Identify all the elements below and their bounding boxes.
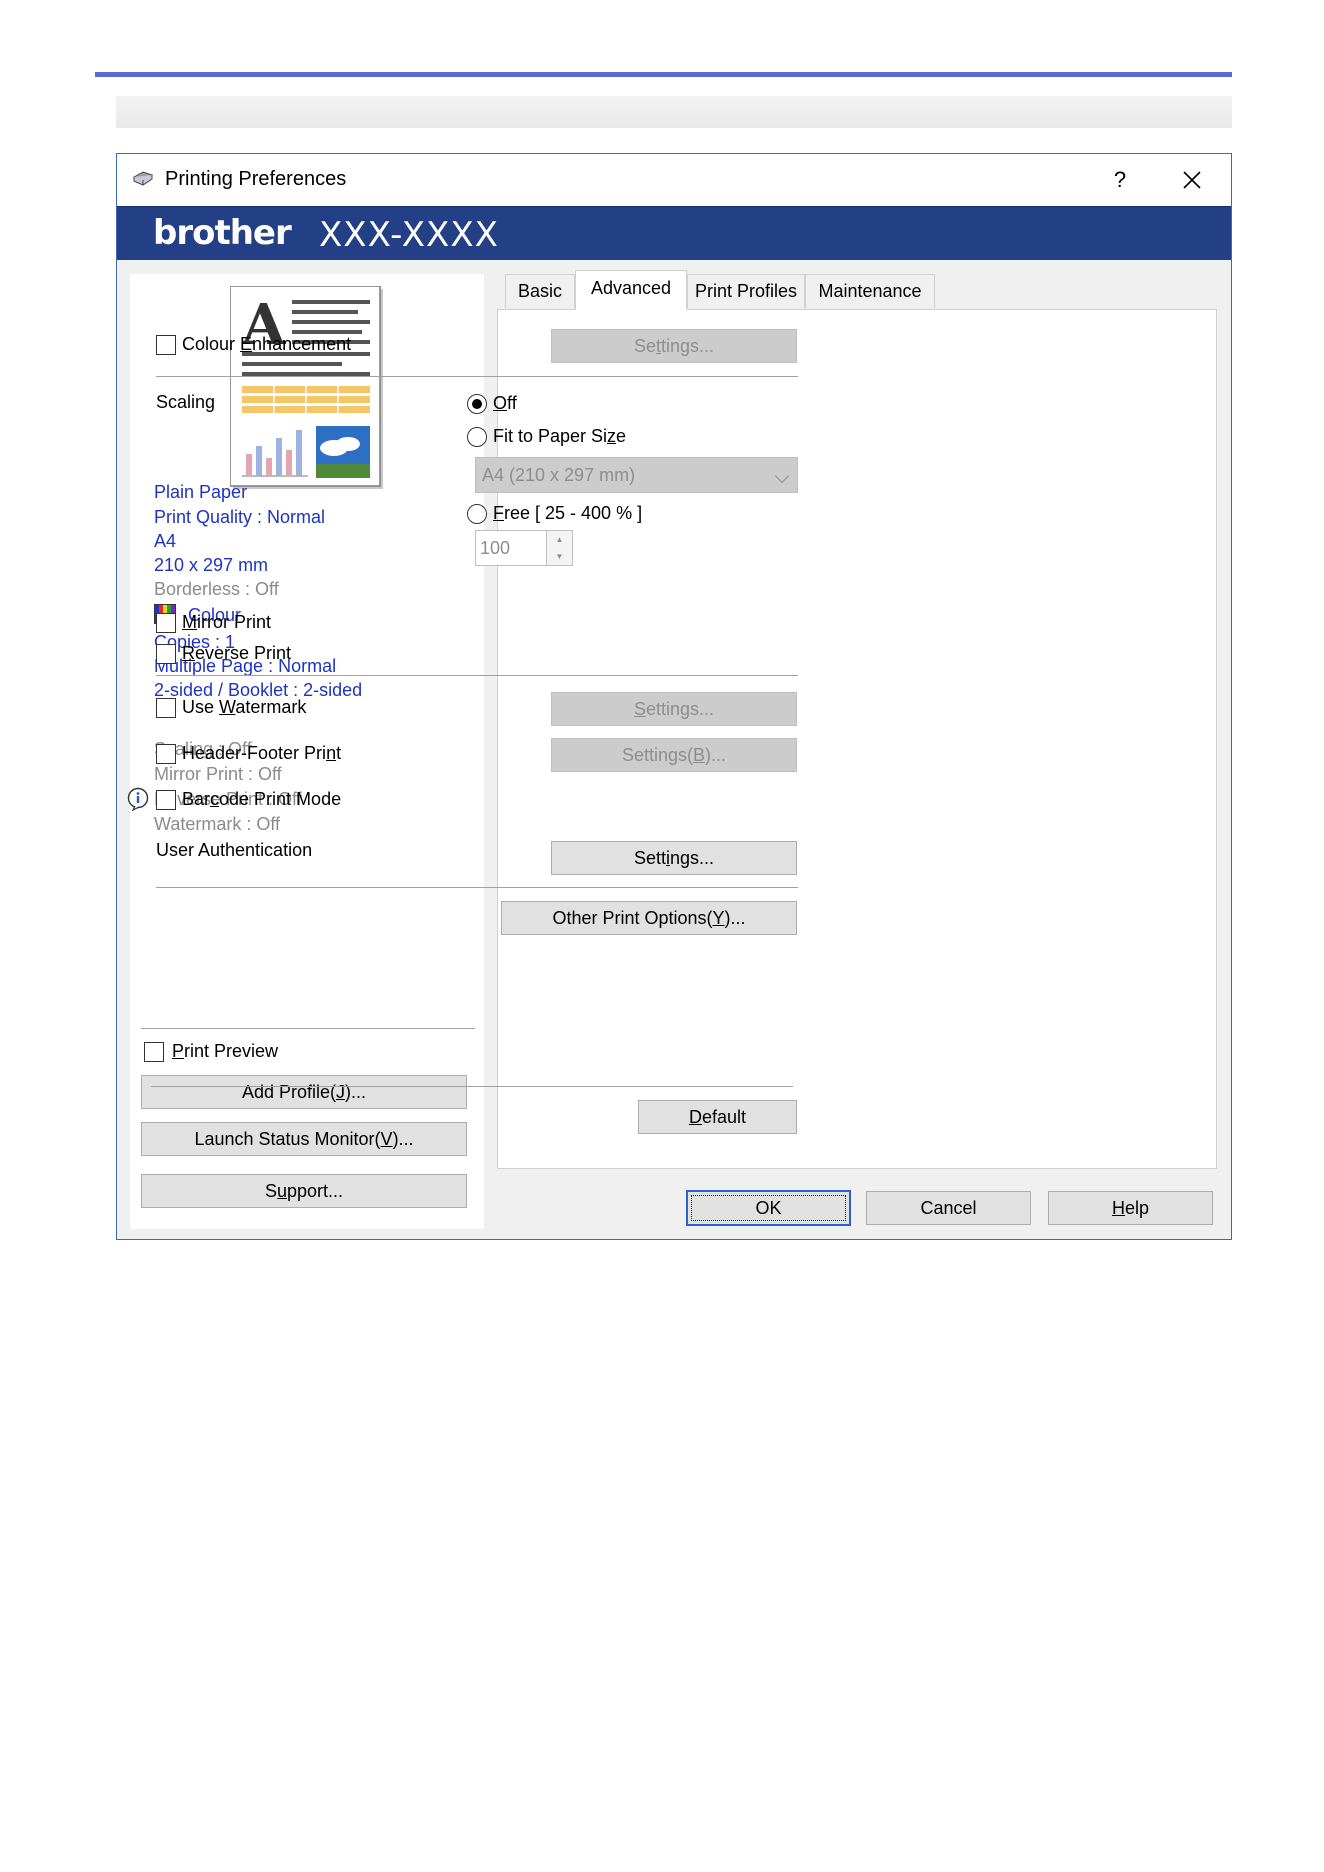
help-dialog-button[interactable]: Help [1048, 1191, 1213, 1225]
focus-ring [691, 1195, 846, 1221]
advanced-tab-panel: Colour Enhancement Settings... Scaling O… [127, 309, 1217, 1169]
title-bar[interactable]: Printing Preferences ? [117, 154, 1231, 206]
model-name: XXX-XXXX [319, 215, 499, 255]
printer-icon [132, 171, 154, 186]
barcode-print-mode-checkbox[interactable] [156, 790, 176, 810]
reverse-print-label[interactable]: Reverse Print [182, 643, 291, 664]
colour-enhancement-settings-button[interactable]: Settings... [551, 329, 797, 363]
fit-to-paper-size-label[interactable]: Fit to Paper Size [493, 426, 626, 447]
user-authentication-settings-button[interactable]: Settings... [551, 841, 797, 875]
mirror-print-checkbox[interactable] [156, 613, 176, 633]
summary-mirror: Mirror Print : Off [154, 764, 282, 784]
printing-preferences-dialog: Printing Preferences ? brother XXX-XXXX … [116, 153, 1232, 1240]
use-watermark-label[interactable]: Use Watermark [182, 697, 306, 718]
header-footer-print-checkbox[interactable] [156, 744, 176, 764]
tab-advanced[interactable]: Advanced [575, 270, 687, 310]
help-button[interactable]: ? [1105, 166, 1135, 194]
scaling-free-radio[interactable] [467, 504, 487, 524]
window-title: Printing Preferences [165, 168, 347, 190]
print-preview-checkbox[interactable] [144, 1042, 164, 1062]
separator [156, 887, 798, 888]
tab-maintenance[interactable]: Maintenance [805, 274, 935, 308]
chevron-down-icon [774, 468, 790, 484]
scaling-off-radio[interactable] [467, 394, 487, 414]
summary-borderless: Borderless : Off [154, 579, 279, 599]
page-preview-image: A [230, 286, 383, 489]
summary-watermark: Watermark : Off [154, 814, 281, 834]
print-preview-label[interactable]: Print Preview [172, 1041, 278, 1062]
launch-status-monitor-button[interactable]: Launch Status Monitor(V)... [141, 1122, 467, 1156]
separator [151, 1086, 793, 1087]
separator [156, 675, 798, 676]
fit-to-paper-size-radio[interactable] [467, 427, 487, 447]
add-profile-button[interactable]: Add Profile(J)... [141, 1075, 467, 1109]
other-print-options-button[interactable]: Other Print Options(Y)... [501, 901, 797, 935]
spin-down-icon[interactable]: ▼ [546, 548, 572, 565]
cancel-button[interactable]: Cancel [866, 1191, 1031, 1225]
brand-banner: brother XXX-XXXX [117, 206, 1231, 260]
summary-media: Plain Paper [154, 482, 248, 502]
tab-print-profiles[interactable]: Print Profiles [687, 274, 805, 308]
summary-quality: Print Quality : Normal [154, 507, 326, 527]
spin-up-icon[interactable]: ▲ [546, 531, 572, 548]
use-watermark-checkbox[interactable] [156, 698, 176, 718]
left-separator [141, 1028, 475, 1029]
summary-paper: A4 [154, 531, 177, 551]
free-scaling-stepper[interactable]: 100 ▲ ▼ [475, 530, 573, 566]
colour-enhancement-label[interactable]: Colour Enhancement [182, 334, 351, 355]
scaling-off-label[interactable]: Off [493, 393, 517, 414]
watermark-settings-button[interactable]: Settings... [551, 692, 797, 726]
default-button[interactable]: Default [638, 1100, 797, 1134]
colour-enhancement-checkbox[interactable] [156, 335, 176, 355]
barcode-print-mode-label[interactable]: Barcode Print Mode [182, 789, 341, 810]
tab-basic[interactable]: Basic [505, 274, 575, 308]
mirror-print-label[interactable]: Mirror Print [182, 612, 271, 633]
separator [156, 376, 798, 377]
info-icon[interactable] [126, 787, 150, 811]
scaling-free-label[interactable]: Free [ 25 - 400 % ] [493, 503, 642, 524]
close-icon[interactable] [1175, 164, 1209, 196]
scaling-label: Scaling [156, 392, 216, 412]
user-authentication-label: User Authentication [156, 840, 313, 860]
reverse-print-checkbox[interactable] [156, 644, 176, 664]
header-footer-print-label[interactable]: Header-Footer Print [182, 743, 341, 764]
page-top-rule [95, 72, 1232, 77]
ok-button[interactable]: OK [686, 1190, 851, 1226]
summary-paper-dims: 210 x 297 mm [154, 555, 269, 575]
brand-logo: brother [153, 213, 292, 253]
paper-size-value: A4 (210 x 297 mm) [482, 465, 636, 485]
support-button[interactable]: Support... [141, 1174, 467, 1208]
header-footer-settings-button[interactable]: Settings(B)... [551, 738, 797, 772]
page-header-bar [116, 96, 1232, 128]
paper-size-select[interactable]: A4 (210 x 297 mm) [475, 457, 798, 493]
free-scaling-value: 100 [480, 538, 511, 558]
